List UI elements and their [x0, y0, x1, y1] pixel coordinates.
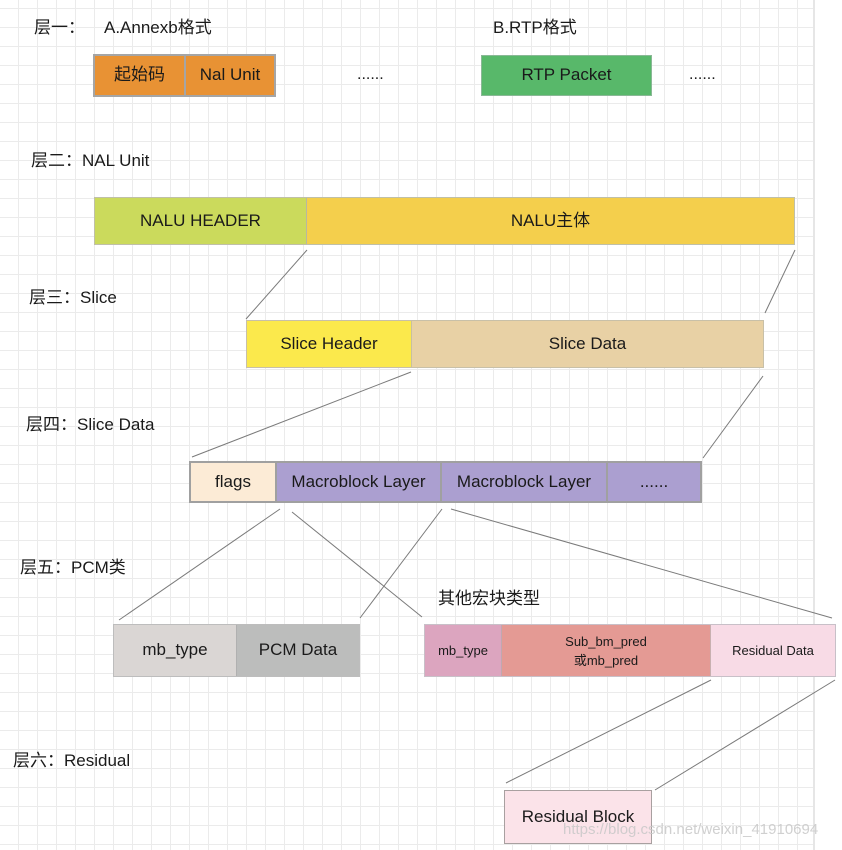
- slice-block: Slice Header Slice Data: [246, 320, 764, 368]
- pcm-data-cell: PCM Data: [237, 625, 359, 676]
- nalu-header-cell: NALU HEADER: [95, 198, 307, 244]
- layer4-label: 层四：Slice Data: [26, 415, 155, 434]
- watermark: https://blog.csdn.net/weixin_41910694: [563, 821, 819, 838]
- other-macroblock-title: 其他宏块类型: [438, 589, 540, 608]
- other-macroblock-block: mb_type Sub_bm_pred 或mb_pred Residual Da…: [424, 624, 836, 677]
- pred-line2: 或mb_pred: [573, 652, 639, 668]
- nal-unit-cell: Nal Unit: [186, 56, 274, 95]
- nalu-body-cell: NALU主体: [307, 198, 794, 244]
- start-code-cell: 起始码: [95, 56, 184, 95]
- layer6-label: 层六：Residual: [13, 751, 131, 770]
- slice-data-cell: Slice Data: [412, 321, 763, 367]
- layer3-label: 层三：Slice: [29, 288, 117, 307]
- pred-cell: Sub_bm_pred 或mb_pred: [502, 625, 711, 676]
- nal-unit-block: NALU HEADER NALU主体: [94, 197, 795, 245]
- annexb-format-title: A.Annexb格式: [104, 18, 212, 37]
- rtp-block: RTP Packet: [481, 55, 652, 96]
- pcm-mb-type-cell: mb_type: [114, 625, 237, 676]
- layer2-label: 层二：NAL Unit: [31, 151, 150, 170]
- macroblock-layer-cell: Macroblock Layer: [277, 463, 440, 501]
- other-mb-type-cell: mb_type: [425, 625, 502, 676]
- macroblock-layer-cell: Macroblock Layer: [442, 463, 606, 501]
- flags-cell: flags: [191, 463, 275, 501]
- pred-line1: Sub_bm_pred: [565, 633, 647, 649]
- slice-header-cell: Slice Header: [247, 321, 412, 367]
- rtp-format-title: B.RTP格式: [493, 18, 577, 37]
- macroblock-ellipsis-cell: ......: [608, 463, 700, 501]
- annexb-ellipsis: ......: [357, 66, 384, 83]
- layer1-label: 层一：: [34, 18, 85, 37]
- rtp-packet-cell: RTP Packet: [521, 65, 612, 85]
- slice-data-block: flags Macroblock Layer Macroblock Layer …: [189, 461, 702, 503]
- residual-data-cell: Residual Data: [711, 625, 835, 676]
- layer5-label: 层五：PCM类: [20, 558, 126, 577]
- pcm-block: mb_type PCM Data: [113, 624, 360, 677]
- rtp-ellipsis: ......: [689, 66, 716, 83]
- annexb-block: 起始码 Nal Unit: [93, 54, 276, 97]
